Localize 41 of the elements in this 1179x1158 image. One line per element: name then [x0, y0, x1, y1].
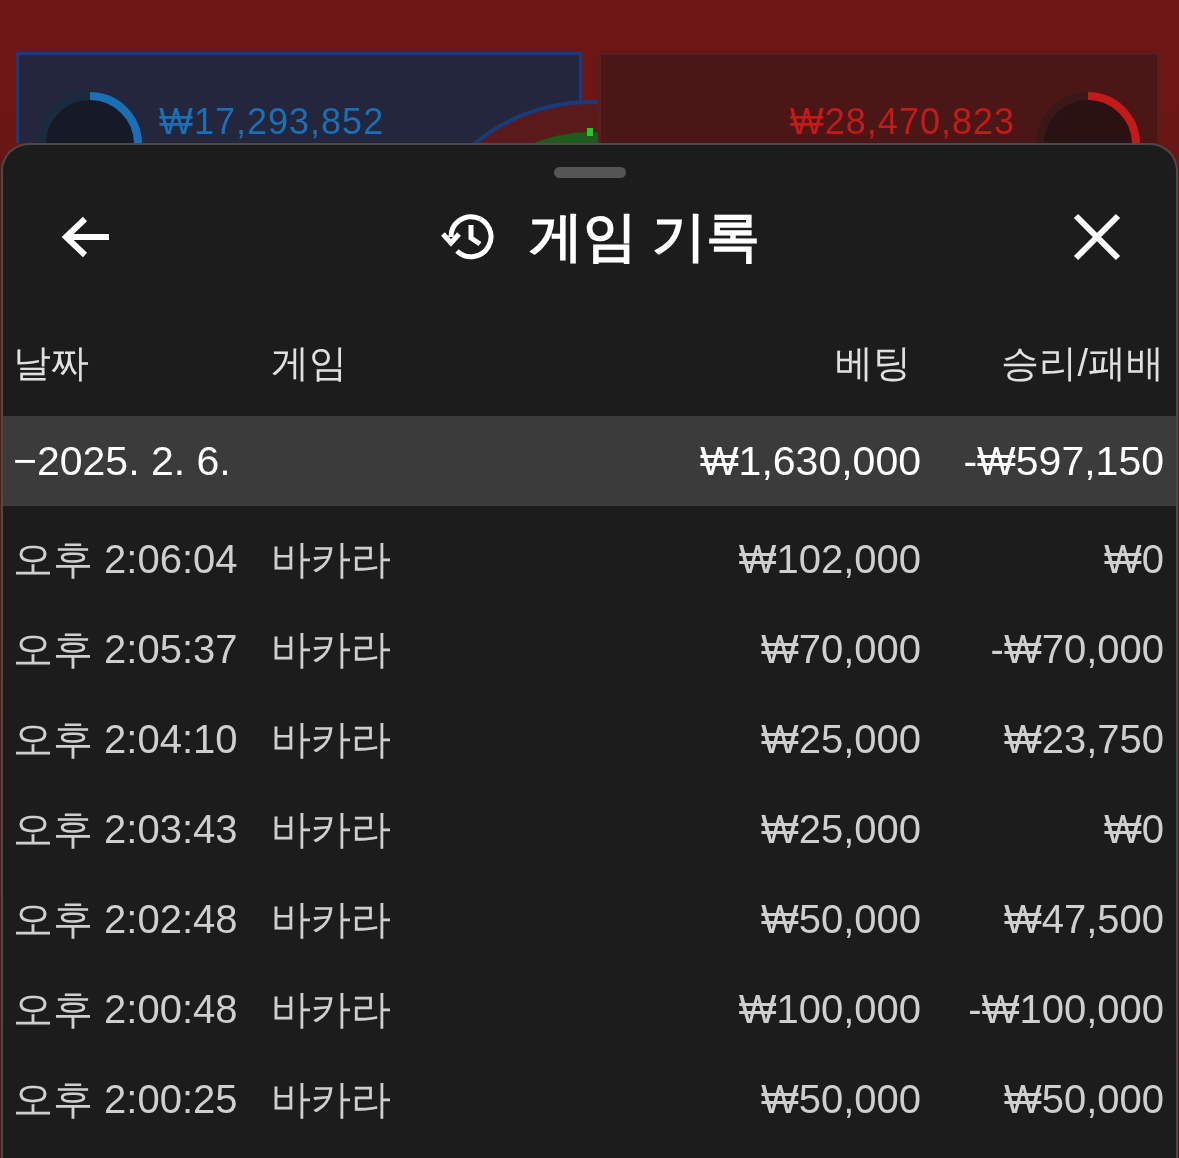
drag-handle[interactable] — [553, 167, 626, 178]
time-cell-text: 오후 2:05:37 — [13, 625, 239, 673]
result-cell-text: -₩100,000 — [967, 986, 1164, 1032]
column-header: 날짜 — [13, 340, 90, 386]
time-cell-text: 오후 2:04:10 — [13, 715, 239, 763]
game-cell-text: 바카라 — [271, 895, 392, 943]
bet-cell-text: ₩102,000 — [737, 536, 921, 582]
game-cell-text: 바카라 — [271, 715, 392, 763]
time-cell-text: 오후 2:02:48 — [13, 895, 239, 943]
bet-cell-text: ₩50,000 — [759, 896, 921, 942]
bet-cell-text: ₩50,000 — [759, 1076, 921, 1122]
bet-total: ₩1,630,000 — [698, 437, 921, 485]
result-total: -₩597,150 — [962, 437, 1164, 485]
column-header: 베팅 — [834, 340, 912, 386]
bet-cell-text: ₩100,000 — [737, 986, 921, 1032]
result-cell-text: ₩0 — [1103, 536, 1164, 582]
game-cell-text: 바카라 — [271, 1075, 392, 1123]
result-cell-text: ₩47,500 — [1002, 896, 1164, 942]
sheet-title: 게임 기록 — [529, 204, 760, 268]
bet-cell-text: ₩70,000 — [759, 626, 921, 672]
date-group-row[interactable]: −2025. 2. 6. ₩1,630,000 -₩597,150 — [3, 416, 1176, 506]
result-cell-text: ₩0 — [1103, 806, 1164, 852]
time-cell-text: 오후 2:06:04 — [13, 535, 239, 583]
bet-cell-text: ₩25,000 — [759, 806, 921, 852]
result-cell-text: -₩70,000 — [989, 626, 1164, 672]
close-icon — [1072, 212, 1122, 262]
result-cell-text: ₩50,000 — [1002, 1076, 1164, 1122]
time-cell-text: 오후 2:00:25 — [13, 1075, 239, 1123]
amount-label: ₩28,470,823 — [789, 101, 1015, 143]
date-label: −2025. 2. 6. — [13, 437, 232, 485]
amount-label: ₩17,293,852 — [159, 101, 385, 143]
game-cell-text: 바카라 — [271, 625, 392, 673]
bet-cell-text: ₩25,000 — [759, 716, 921, 762]
column-header: 게임 — [271, 340, 348, 386]
column-header: 승리/패배 — [1000, 340, 1164, 386]
game-cell-text: 바카라 — [271, 535, 392, 583]
time-cell-text: 오후 2:00:48 — [13, 985, 239, 1033]
time-cell-text: 오후 2:03:43 — [13, 805, 239, 853]
game-cell-text: 바카라 — [271, 985, 392, 1033]
result-cell-text: ₩23,750 — [1002, 716, 1164, 762]
game-cell-text: 바카라 — [271, 805, 392, 853]
